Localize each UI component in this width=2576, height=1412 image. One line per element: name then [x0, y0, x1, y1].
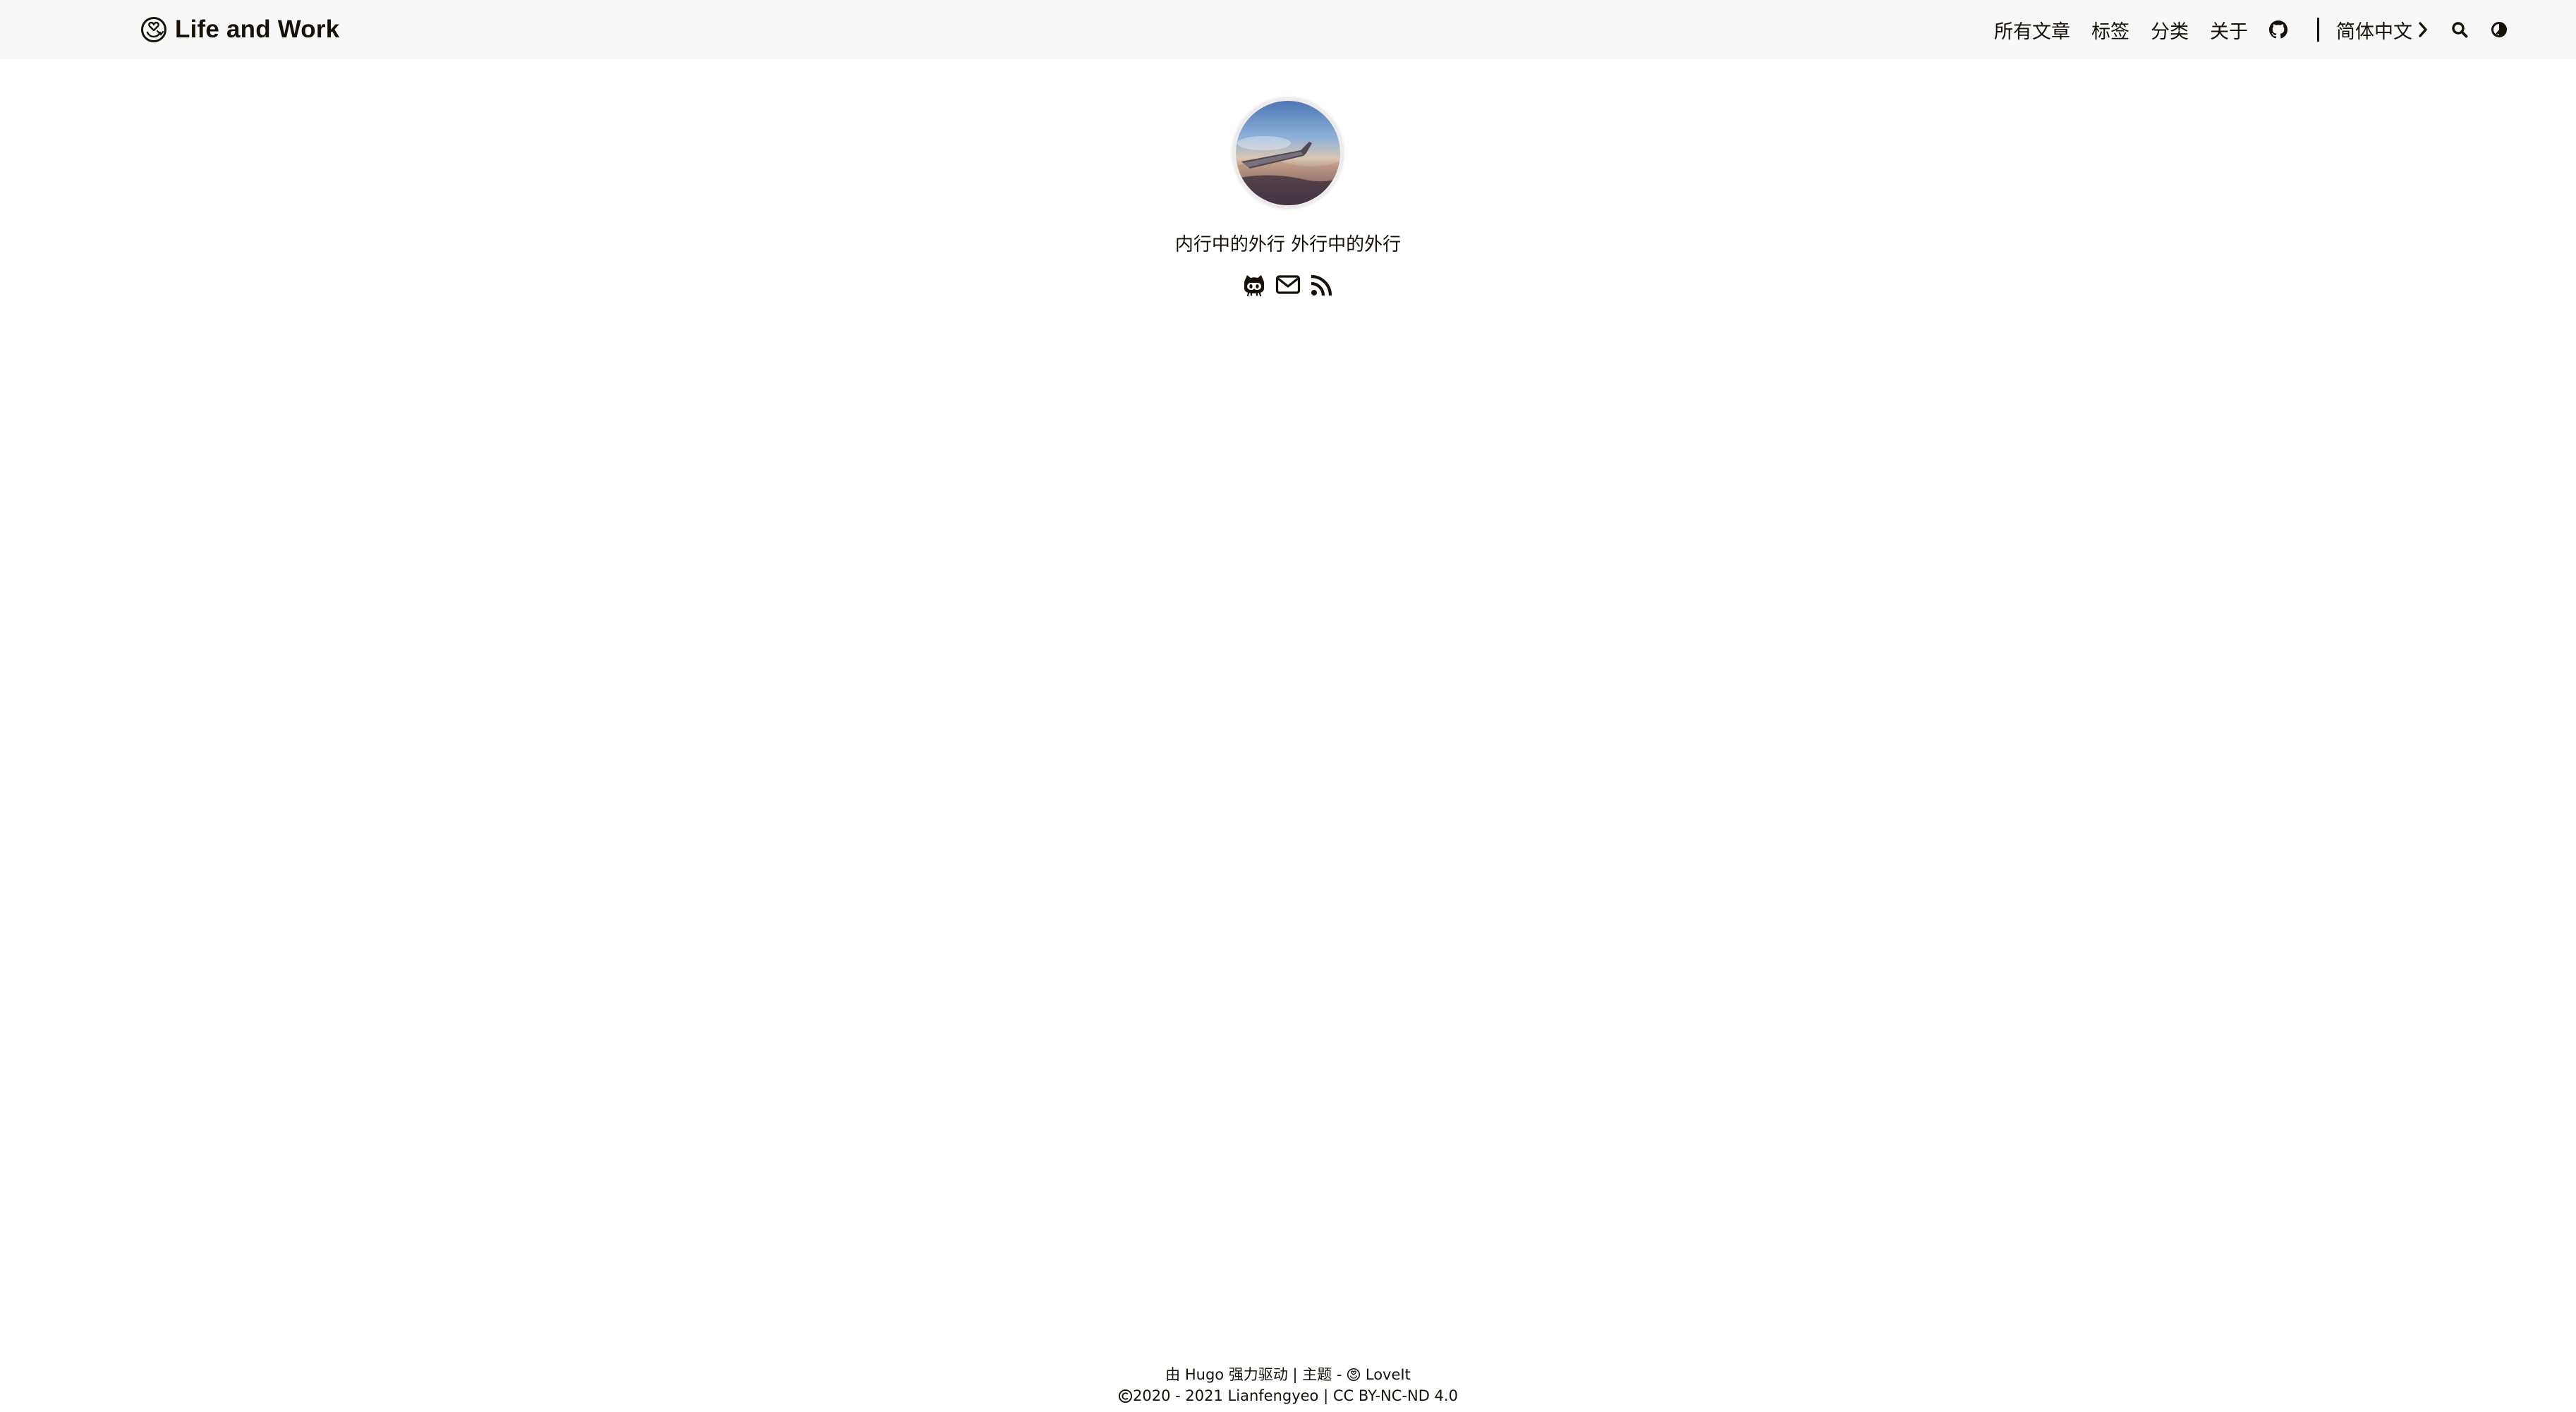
search-icon: [2452, 22, 2468, 38]
email-icon: [1275, 275, 1301, 294]
loveit-logo-icon: [141, 17, 166, 42]
footer-license-link[interactable]: CC BY-NC-ND 4.0: [1333, 1387, 1458, 1404]
github-icon: [2269, 20, 2288, 39]
chevron-right-icon: [2419, 22, 2427, 37]
footer-theme-name: LoveIt: [1365, 1366, 1411, 1383]
footer-years: 2020 - 2021: [1133, 1387, 1223, 1404]
loveit-logo-icon: [1347, 1368, 1361, 1382]
site-title: Life and Work: [175, 16, 340, 43]
social-rss-link[interactable]: [1308, 272, 1335, 298]
avatar-photo: [1236, 101, 1340, 205]
footer-powered-line: 由 Hugo 强力驱动 | 主题 - LoveIt: [0, 1364, 2576, 1385]
search-button[interactable]: [2450, 20, 2469, 39]
nav-tags[interactable]: 标签: [2091, 16, 2130, 44]
language-switcher[interactable]: 简体中文: [2336, 16, 2429, 44]
nav-all-posts[interactable]: 所有文章: [1994, 16, 2070, 44]
theme-toggle-button[interactable]: [2490, 20, 2508, 39]
footer-author-link[interactable]: Lianfengyeo: [1228, 1387, 1319, 1404]
footer-theme-link[interactable]: LoveIt: [1347, 1366, 1411, 1383]
copyright-icon: [1118, 1389, 1133, 1404]
footer-hugo-link[interactable]: Hugo: [1185, 1366, 1224, 1383]
footer-powered-prefix: 由: [1165, 1366, 1181, 1383]
site-header: Life and Work 所有文章 标签 分类 关于 简体中文: [0, 0, 2576, 59]
nav-about[interactable]: 关于: [2210, 16, 2248, 44]
home-profile: 内行中的外行 外行中的外行: [0, 97, 2576, 298]
home-subtitle: 内行中的外行 外行中的外行: [1174, 234, 1402, 255]
footer-copyright-line: 2020 - 2021 Lianfengyeo | CC BY-NC-ND 4.…: [0, 1385, 2576, 1406]
footer-powered-suffix: 强力驱动 | 主题 -: [1228, 1366, 1342, 1383]
main-nav: 所有文章 标签 分类 关于 简体中文: [1973, 0, 2508, 59]
social-links: [1241, 272, 1335, 298]
language-label: 简体中文: [2336, 20, 2412, 42]
social-github-link[interactable]: [1241, 272, 1268, 298]
github-icon: [1244, 275, 1264, 297]
nav-categories[interactable]: 分类: [2151, 16, 2189, 44]
nav-divider: [2317, 18, 2319, 42]
theme-toggle-icon: [2491, 22, 2507, 37]
nav-github-link[interactable]: [2269, 20, 2288, 39]
site-footer: 由 Hugo 强力驱动 | 主题 - LoveIt 2020 - 2021 Li…: [0, 1364, 2576, 1406]
social-email-link[interactable]: [1275, 272, 1301, 298]
avatar[interactable]: [1232, 97, 1344, 209]
site-brand-link[interactable]: Life and Work: [140, 0, 339, 59]
footer-separator: |: [1323, 1387, 1329, 1404]
rss-icon: [1311, 274, 1332, 296]
